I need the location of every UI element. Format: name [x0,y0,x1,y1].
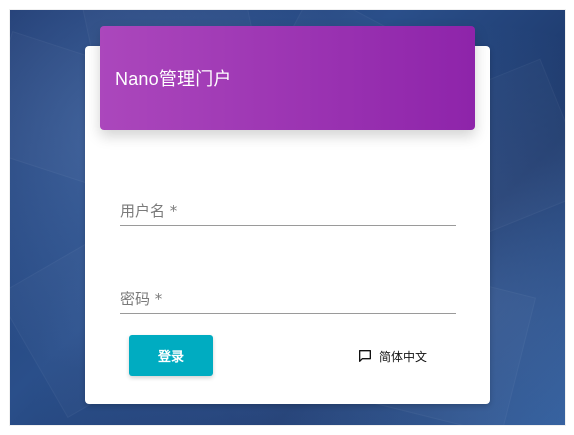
language-label: 简体中文 [379,349,428,364]
login-card-header: Nano管理门户 [100,26,475,130]
page-title: Nano管理门户 [115,69,232,89]
language-switcher[interactable]: 简体中文 [357,346,427,366]
username-underline [120,225,456,226]
login-button-label: 登录 [157,350,184,365]
password-label: 密码 * [120,290,163,308]
username-label: 用户名 * [120,202,178,220]
page: Nano管理门户 用户名 * 密码 * 登录 简体中文 [0,0,574,435]
login-card: Nano管理门户 用户名 * 密码 * 登录 简体中文 [85,26,490,404]
password-field[interactable]: 密码 * [120,274,456,314]
chat-bubble-icon [359,350,371,362]
username-field[interactable]: 用户名 * [120,186,456,226]
password-underline [120,313,456,314]
login-button[interactable]: 登录 [129,335,213,376]
